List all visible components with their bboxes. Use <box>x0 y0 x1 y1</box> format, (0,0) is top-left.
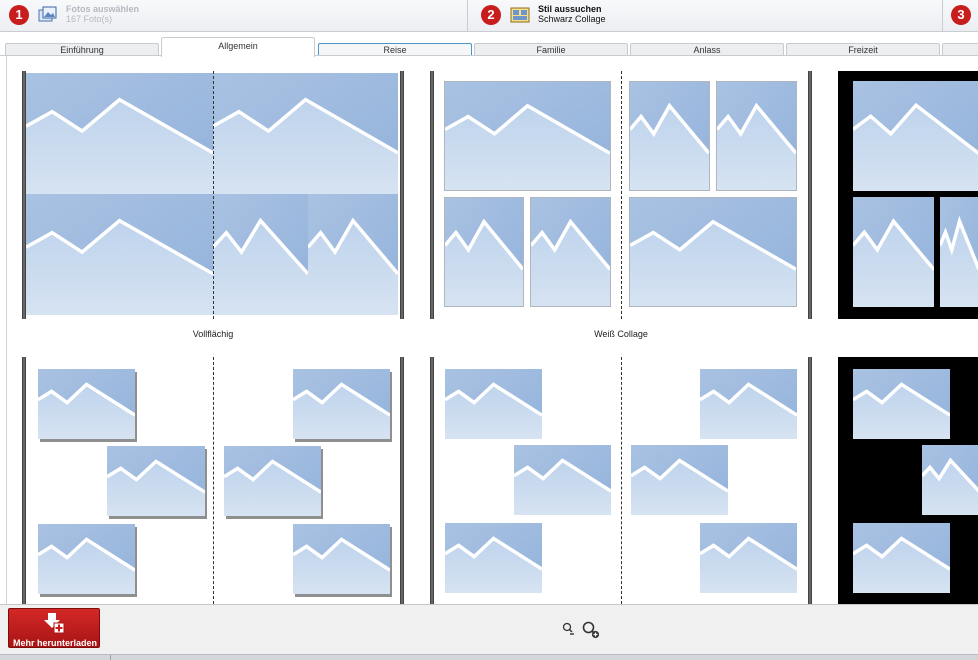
mehr-herunterladen-button[interactable]: Mehr herunterladen <box>8 608 100 648</box>
zoom-in-icon[interactable] <box>582 621 600 639</box>
book-edge <box>400 357 404 604</box>
photo-placeholder <box>629 81 710 191</box>
photo-placeholder <box>530 197 611 307</box>
book-edge <box>22 357 26 604</box>
photos-icon <box>38 6 57 22</box>
wizard-step-select-photos[interactable]: 1 Fotos auswählen 167 Foto(s) <box>0 0 467 31</box>
photo-placeholder <box>213 194 308 315</box>
step-number: 3 <box>951 5 971 25</box>
style-tile-vollflaechig[interactable]: Vollflächig <box>22 71 404 346</box>
photo-placeholder <box>631 445 728 515</box>
style-tile-schwarz-collage[interactable] <box>838 71 978 346</box>
photo-placeholder <box>107 446 205 516</box>
photo-placeholder <box>293 369 390 439</box>
page-spine <box>213 71 214 319</box>
page-spine <box>213 357 214 604</box>
photo-placeholder <box>224 446 321 516</box>
photo-placeholder <box>293 524 390 594</box>
photo-placeholder <box>940 197 978 307</box>
photo-placeholder <box>445 523 542 593</box>
step-subtitle: Schwarz Collage <box>538 14 606 24</box>
book-edge <box>430 357 434 604</box>
step-subtitle: 167 Foto(s) <box>66 14 113 24</box>
style-category-tabs: Einführung Allgemein Reise Familie Anlas… <box>0 32 978 57</box>
photo-placeholder <box>716 81 797 191</box>
step-title: Stil aussuchen <box>538 4 602 14</box>
style-preview <box>22 71 404 319</box>
photo-placeholder <box>853 369 950 439</box>
style-tile-verstreut-schwarz[interactable] <box>838 357 978 604</box>
wizard-divider <box>467 0 468 31</box>
style-gallery[interactable]: Vollflächig Weiß Collage <box>6 56 978 604</box>
style-preview <box>22 357 404 604</box>
book-edge <box>808 357 812 604</box>
step-number: 1 <box>9 5 29 25</box>
book-edge <box>430 71 434 319</box>
step-number: 2 <box>481 5 501 25</box>
page-spine <box>621 71 622 319</box>
book-edge <box>808 71 812 319</box>
status-bar-section <box>0 655 111 660</box>
photo-placeholder <box>38 524 135 594</box>
wizard-step-3[interactable]: 3 <box>942 0 978 31</box>
status-bar <box>0 654 978 660</box>
book-edge <box>22 71 26 319</box>
style-name: Weiß Collage <box>594 329 648 339</box>
wizard-steps: 1 Fotos auswählen 167 Foto(s) 2 Stil aus… <box>0 0 978 32</box>
style-icon <box>510 7 530 23</box>
photo-placeholder <box>853 197 934 307</box>
style-preview <box>838 71 978 319</box>
photo-placeholder <box>26 73 213 194</box>
style-preview <box>430 71 812 319</box>
style-tile-weiss-collage[interactable]: Weiß Collage <box>430 71 812 346</box>
book-edge <box>400 71 404 319</box>
photo-placeholder <box>213 73 398 194</box>
photo-placeholder <box>853 523 950 593</box>
photo-placeholder <box>26 194 213 315</box>
photo-placeholder <box>629 197 797 307</box>
tab-allgemein[interactable]: Allgemein <box>161 37 315 57</box>
photo-placeholder <box>308 194 398 315</box>
style-name: Vollflächig <box>192 329 234 339</box>
photo-placeholder <box>700 369 797 439</box>
photo-placeholder <box>700 523 797 593</box>
style-preview <box>838 357 978 604</box>
photo-placeholder <box>922 445 978 515</box>
wizard-step-choose-style[interactable]: 2 Stil aussuchen Schwarz Collage <box>472 0 942 31</box>
page-spine <box>621 357 622 604</box>
step-title: Fotos auswählen <box>66 4 140 14</box>
download-icon <box>44 613 65 634</box>
photo-placeholder <box>38 369 135 439</box>
photo-placeholder <box>514 445 611 515</box>
zoom-out-icon[interactable] <box>561 621 579 639</box>
photo-placeholder <box>444 81 611 191</box>
bottom-toolbar: Mehr herunterladen <box>0 604 978 654</box>
photo-placeholder <box>444 197 524 307</box>
download-label: Mehr herunterladen <box>12 638 97 648</box>
photo-placeholder <box>445 369 542 439</box>
style-preview <box>430 357 812 604</box>
photo-placeholder <box>853 81 978 191</box>
style-tile-verstreut-weiss[interactable] <box>22 357 404 604</box>
style-tile-verstreut[interactable] <box>430 357 812 604</box>
app-window: 1 Fotos auswählen 167 Foto(s) 2 Stil aus… <box>0 0 978 660</box>
